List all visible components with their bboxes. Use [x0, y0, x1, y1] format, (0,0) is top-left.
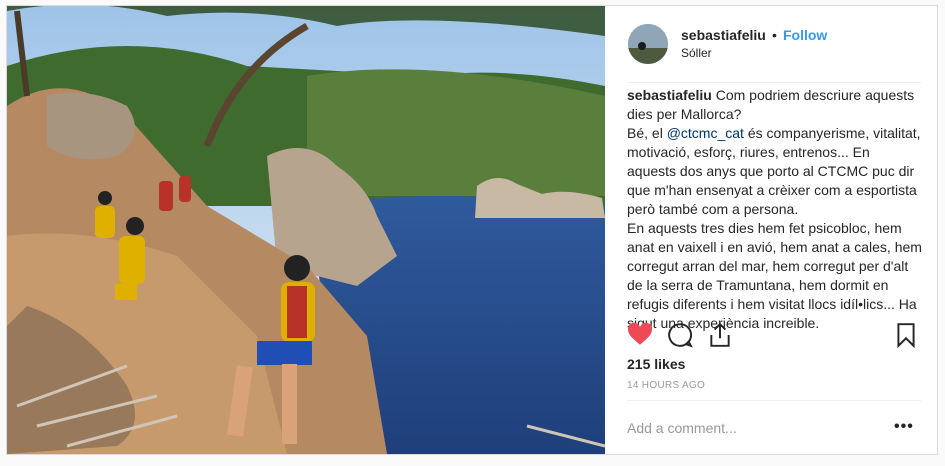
more-options-icon[interactable]: •••: [894, 418, 914, 436]
likes-count[interactable]: 215 likes: [627, 356, 685, 372]
follow-button[interactable]: Follow: [783, 27, 827, 43]
post-sidebar: sebastiafeliu • Follow Sóller sebastiafe…: [605, 6, 937, 454]
share-icon[interactable]: [707, 322, 733, 348]
avatar-image: [628, 24, 668, 64]
caption-username[interactable]: sebastiafeliu: [627, 87, 712, 103]
comment-icon[interactable]: [667, 322, 693, 348]
separator-dot: •: [772, 27, 777, 43]
header-divider: [627, 82, 921, 83]
trail-running-coast-image: [7, 6, 605, 454]
username-link[interactable]: sebastiafeliu: [681, 27, 766, 43]
caption-text-2: és companyerisme, vitalitat, motivació, …: [627, 125, 922, 331]
post-photo[interactable]: [7, 6, 605, 454]
location-link[interactable]: Sóller: [681, 46, 712, 60]
add-comment-input[interactable]: Add a comment...: [627, 420, 737, 436]
heart-icon[interactable]: [627, 322, 653, 348]
instagram-post: sebastiafeliu • Follow Sóller sebastiafe…: [6, 5, 938, 455]
post-timestamp[interactable]: 14 HOURS AGO: [627, 380, 705, 391]
bookmark-icon[interactable]: [893, 322, 919, 349]
post-caption: sebastiafeliu Com podriem descriure aque…: [627, 86, 922, 333]
action-bar: [627, 322, 919, 352]
mention-link[interactable]: @ctcmc_cat: [667, 125, 744, 141]
post-header: sebastiafeliu • Follow Sóller: [605, 6, 937, 80]
comment-divider: [627, 400, 921, 401]
avatar[interactable]: [628, 24, 668, 64]
